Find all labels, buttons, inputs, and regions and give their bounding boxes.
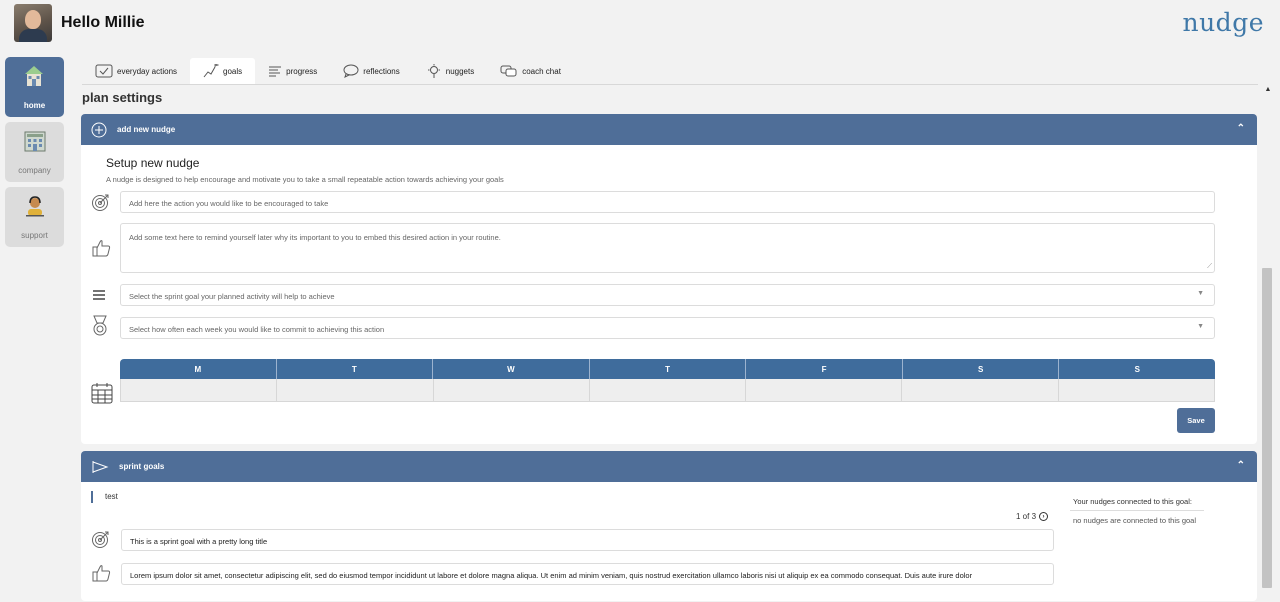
weekday-table: M T W T F S S [120,359,1215,402]
weekday-header-tue: T [277,359,434,379]
weekday-header-fri: F [746,359,903,379]
weekday-cell-sun[interactable] [1058,379,1214,401]
tab-progress-label: progress [286,66,318,76]
hamburger-list-icon [93,290,105,300]
resize-handle-icon[interactable]: ⟋ [1207,263,1212,271]
nudge-logo: nudge [1182,8,1264,37]
connected-nudges-empty: no nudges are connected to this goal [1073,516,1197,525]
page-title: plan settings [82,90,163,105]
weekday-header-wed: W [433,359,590,379]
tab-everyday-actions[interactable]: everyday actions [82,58,190,84]
sprint-goals-header-label: sprint goals [119,462,165,471]
goal-pager: 1 of 3 › [1016,512,1049,521]
goal-title-field[interactable]: This is a sprint goal with a pretty long… [121,529,1054,551]
greeting-text: Hello Millie [61,14,145,31]
house-icon [25,66,43,86]
main-tabs: everyday actions goals progress reflecti… [82,58,574,84]
tab-reflections[interactable]: reflections [330,58,412,84]
user-avatar[interactable] [14,4,52,42]
tab-everyday-actions-label: everyday actions [117,66,178,76]
sprint-goal-select[interactable]: Select the sprint goal your planned acti… [120,284,1215,306]
sprint-goals-header[interactable]: sprint goals ⌃ [81,451,1257,482]
weekday-cell-mon[interactable] [121,379,278,401]
weekday-header-sat: S [903,359,1060,379]
setup-title: Setup new nudge [106,156,200,170]
action-input[interactable]: Add here the action you would like to be… [120,191,1215,213]
tab-goals[interactable]: goals [190,58,256,84]
thumbs-up-icon [92,565,111,582]
tab-nuggets-label: nuggets [445,66,475,76]
calendar-check-icon [95,64,113,78]
support-person-icon [26,196,44,217]
nav-support-button[interactable]: support [5,187,64,247]
sprint-goal-select-placeholder: Select the sprint goal your planned acti… [129,292,335,301]
setup-subtitle: A nudge is designed to help encourage an… [106,175,504,184]
target-icon [92,531,109,548]
weekday-cell-fri[interactable] [746,379,903,401]
dropdown-arrow-icon: ▼ [1197,323,1204,330]
reason-textarea[interactable]: Add some text here to remind yourself la… [120,223,1215,273]
scroll-up-arrow[interactable]: ▲ [1263,86,1273,96]
tab-goals-label: goals [223,66,243,76]
add-nudge-header-label: add new nudge [117,125,176,134]
collapse-caret-icon[interactable]: ⌃ [1237,460,1245,471]
add-nudge-header[interactable]: add new nudge ⌃ [81,114,1257,145]
nav-support-label: support [21,231,48,240]
connected-divider [1070,510,1204,511]
nav-company-label: company [18,166,51,175]
chat-bubbles-icon [500,65,517,77]
tab-nuggets[interactable]: nuggets [413,58,487,84]
weekday-header-row: M T W T F S S [120,359,1215,379]
left-nav: home company support [5,57,64,252]
weekday-cells-row [120,379,1215,402]
weekday-header-sun: S [1134,364,1140,374]
weekday-header-mon: M [120,359,277,379]
connected-nudges-title: Your nudges connected to this goal: [1073,497,1192,506]
tab-reflections-label: reflections [363,66,400,76]
next-arrow-icon[interactable]: › [1039,512,1049,521]
target-icon [92,194,109,211]
save-button[interactable]: Save [1177,408,1215,433]
flag-icon [92,460,109,473]
add-nudge-panel: add new nudge ⌃ Setup new nudge A nudge … [81,114,1257,444]
thumbs-up-icon [92,240,111,257]
frequency-select[interactable]: Select how often each week you would lik… [120,317,1215,339]
weekday-header-thu: T [590,359,747,379]
weekday-cell-thu[interactable] [589,379,747,401]
goal-flag-icon [203,64,220,78]
speech-bubble-icon [343,64,359,78]
nav-company-button[interactable]: company [5,122,64,182]
collapse-caret-icon[interactable]: ⌃ [1237,123,1245,134]
sprint-goals-panel: sprint goals ⌃ test 1 of 3 › Your nudges… [81,451,1257,601]
top-header: Hello Millie nudge [0,0,1280,48]
reason-textarea-placeholder: Add some text here to remind yourself la… [129,233,501,242]
tab-coach-chat[interactable]: coach chat [487,58,574,84]
weekday-cell-sat[interactable] [902,379,1059,401]
scrollbar-thumb[interactable] [1262,268,1272,588]
frequency-select-placeholder: Select how often each week you would lik… [129,325,385,334]
goal-name: test [91,491,118,503]
building-icon [24,131,46,152]
goal-pager-text: 1 of 3 [1016,512,1037,521]
lightbulb-icon [427,64,440,78]
nav-home-label: home [23,101,46,110]
progress-bars-icon [269,66,282,77]
tab-divider [82,84,1258,85]
goal-description-field[interactable]: Lorem ipsum dolor sit amet, consectetur … [121,563,1054,585]
plus-circle-icon [91,122,107,137]
calendar-grid-icon [91,383,113,404]
dropdown-arrow-icon: ▼ [1197,290,1204,297]
medal-icon [93,315,107,336]
tab-coach-chat-label: coach chat [522,66,561,76]
nav-home-button[interactable]: home [5,57,64,117]
weekday-cell-wed[interactable] [433,379,590,401]
weekday-cell-tue[interactable] [277,379,434,401]
tab-progress[interactable]: progress [255,58,330,84]
